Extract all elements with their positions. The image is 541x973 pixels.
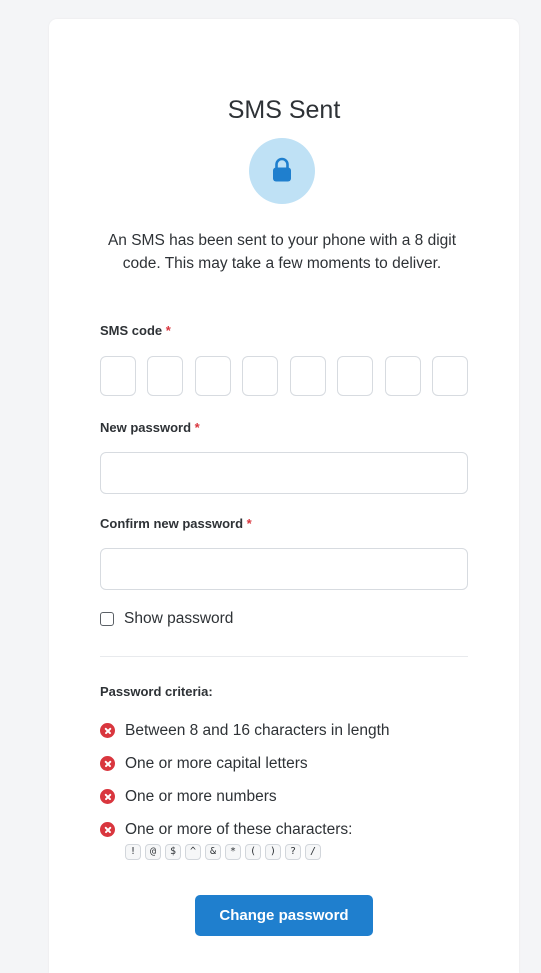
sms-code-digit-6[interactable] (337, 356, 374, 396)
special-char-chip: ^ (185, 844, 201, 860)
divider (100, 656, 468, 657)
special-char-chip: ! (125, 844, 141, 860)
new-password-label-text: New password (100, 420, 192, 435)
criteria-text: One or more numbers (125, 788, 277, 805)
show-password-label[interactable]: Show password (124, 610, 233, 628)
special-char-chip: @ (145, 844, 161, 860)
criteria-text: Between 8 and 16 characters in length (125, 722, 390, 739)
page-title: SMS Sent (227, 96, 341, 124)
sms-code-label: SMS code * (100, 323, 171, 338)
criteria-item-length: Between 8 and 16 characters in length (100, 721, 480, 754)
special-char-chip: ( (245, 844, 261, 860)
intro-text: An SMS has been sent to your phone with … (107, 232, 457, 272)
error-x-icon (100, 756, 115, 771)
error-x-icon (100, 723, 115, 738)
required-marker: * (165, 323, 171, 338)
new-password-label: New password * (100, 420, 200, 435)
confirm-password-label-text: Confirm new password (100, 516, 244, 531)
password-criteria-heading: Password criteria: (100, 684, 213, 699)
reset-password-card: SMS Sent An SMS has been sent to your ph… (49, 19, 519, 973)
special-char-chip: & (205, 844, 221, 860)
required-marker: * (246, 516, 252, 531)
show-password-checkbox[interactable] (100, 612, 114, 626)
confirm-password-input[interactable] (100, 548, 468, 590)
sms-code-digit-2[interactable] (147, 356, 184, 396)
required-marker: * (194, 420, 200, 435)
special-char-chip: * (225, 844, 241, 860)
sms-code-input-group (100, 356, 468, 398)
change-password-button[interactable]: Change password (195, 895, 373, 936)
special-char-chip: ? (285, 844, 301, 860)
criteria-item-special-chars: One or more of these characters: ! @ $ ^… (100, 820, 480, 860)
sms-code-digit-1[interactable] (100, 356, 136, 396)
criteria-text: One or more of these characters: (125, 821, 353, 838)
sms-code-digit-3[interactable] (194, 356, 231, 396)
sms-code-digit-7[interactable] (384, 356, 421, 396)
special-chars-row: ! @ $ ^ & * ( ) ? / (125, 844, 352, 860)
criteria-item-capitals: One or more capital letters (100, 754, 480, 787)
lock-icon (273, 157, 291, 182)
confirm-password-label: Confirm new password * (100, 516, 252, 531)
lock-icon-badge (249, 138, 315, 204)
show-password-toggle[interactable]: Show password (100, 609, 233, 629)
special-char-chip: $ (165, 844, 181, 860)
sms-code-digit-5[interactable] (289, 356, 326, 396)
special-char-chip: / (305, 844, 321, 860)
error-x-icon (100, 789, 115, 804)
special-char-chip: ) (265, 844, 281, 860)
sms-code-digit-4[interactable] (242, 356, 279, 396)
criteria-text: One or more capital letters (125, 755, 308, 772)
error-x-icon (100, 822, 115, 837)
sms-code-label-text: SMS code (100, 323, 163, 338)
password-criteria-list: Between 8 and 16 characters in length On… (100, 721, 480, 860)
new-password-input[interactable] (100, 452, 468, 494)
criteria-special-chars-block: One or more of these characters: ! @ $ ^… (125, 820, 352, 860)
criteria-item-numbers: One or more numbers (100, 787, 480, 820)
sms-code-digit-8[interactable] (431, 356, 468, 396)
